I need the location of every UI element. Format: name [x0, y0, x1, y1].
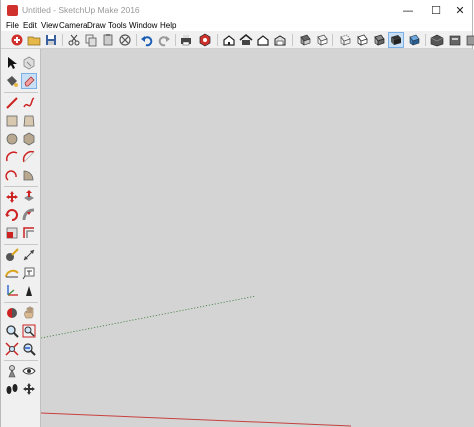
- line-icon[interactable]: [4, 95, 20, 111]
- toolbar-separator: [4, 244, 38, 245]
- pie-icon[interactable]: [21, 167, 37, 183]
- eraser-icon[interactable]: [21, 73, 37, 89]
- axes-icon[interactable]: [4, 283, 20, 299]
- paste-icon[interactable]: [100, 32, 116, 48]
- look-around-icon[interactable]: [21, 363, 37, 379]
- arc-icon[interactable]: [4, 149, 20, 165]
- top-view-icon[interactable]: [238, 32, 254, 48]
- redo-icon[interactable]: [156, 32, 172, 48]
- window-title: Untitled - SketchUp Make 2016: [22, 5, 140, 15]
- scale-icon[interactable]: [4, 225, 20, 241]
- walk-icon[interactable]: [4, 381, 20, 397]
- protractor-icon[interactable]: [4, 265, 20, 281]
- pan-icon[interactable]: [21, 305, 37, 321]
- print-icon[interactable]: [178, 32, 194, 48]
- minimize-button[interactable]: —: [393, 2, 423, 19]
- left-toolbar: [1, 49, 41, 427]
- zoom-extents-icon[interactable]: [4, 341, 20, 357]
- three-point-arc-icon[interactable]: [4, 167, 20, 183]
- rotated-rectangle-icon[interactable]: [21, 113, 37, 129]
- menu-help[interactable]: Help: [160, 21, 176, 31]
- cut-icon[interactable]: [66, 32, 82, 48]
- left-view-icon[interactable]: [314, 32, 330, 48]
- freehand-icon[interactable]: [21, 95, 37, 111]
- getting-started-icon[interactable]: [9, 32, 25, 48]
- sketchup-logo-icon: [7, 5, 18, 16]
- wireframe-icon[interactable]: [371, 32, 387, 48]
- follow-me-icon[interactable]: [21, 207, 37, 223]
- menu-draw[interactable]: Draw: [87, 21, 106, 31]
- toolbar-separator: [4, 92, 38, 93]
- circle-icon[interactable]: [4, 131, 20, 147]
- shaded-textures-icon[interactable]: [463, 32, 474, 48]
- open-icon[interactable]: [26, 32, 42, 48]
- toolbar-separator: [425, 34, 426, 46]
- rectangle-icon[interactable]: [4, 113, 20, 129]
- menu-camera[interactable]: Camera: [59, 21, 87, 31]
- main-toolbar: [1, 31, 474, 49]
- move-icon[interactable]: [4, 189, 20, 205]
- toolbar-separator: [4, 360, 38, 361]
- red-axis-line: [41, 412, 352, 427]
- menu-bar: File Edit View Camera Draw Tools Window …: [1, 21, 472, 31]
- component-icon[interactable]: [21, 55, 37, 71]
- polygon-icon[interactable]: [21, 131, 37, 147]
- paint-bucket-icon[interactable]: [4, 73, 20, 89]
- title-bar: Untitled - SketchUp Make 2016 — ☐ ✕: [1, 0, 472, 21]
- text-icon[interactable]: [21, 265, 37, 281]
- toolbar-separator: [217, 34, 218, 46]
- menu-tools[interactable]: Tools: [108, 21, 127, 31]
- copy-icon[interactable]: [83, 32, 99, 48]
- rotate-icon[interactable]: [4, 207, 20, 223]
- menu-window[interactable]: Window: [129, 21, 157, 31]
- position-camera-icon[interactable]: [4, 363, 20, 379]
- save-icon[interactable]: [43, 32, 59, 48]
- warehouse-icon[interactable]: [429, 32, 445, 48]
- app-window: Untitled - SketchUp Make 2016 — ☐ ✕ File…: [0, 0, 474, 427]
- offset-icon[interactable]: [21, 225, 37, 241]
- two-point-arc-icon[interactable]: [21, 149, 37, 165]
- back-edges-icon[interactable]: [354, 32, 370, 48]
- model-info-icon[interactable]: [197, 32, 213, 48]
- orbit-icon[interactable]: [4, 305, 20, 321]
- hidden-line-icon[interactable]: [388, 32, 404, 48]
- toolbar-separator: [332, 34, 333, 46]
- toolbar-separator: [136, 34, 137, 46]
- extension-icon[interactable]: [447, 32, 463, 48]
- section-plane-icon[interactable]: [21, 381, 37, 397]
- iso-view-icon[interactable]: [221, 32, 237, 48]
- toolbar-separator: [175, 34, 176, 46]
- front-view-icon[interactable]: [255, 32, 271, 48]
- previous-icon[interactable]: [21, 341, 37, 357]
- green-axis-line: [41, 295, 257, 339]
- erase-icon[interactable]: [117, 32, 133, 48]
- axes-overlay: [41, 295, 352, 427]
- close-button[interactable]: ✕: [445, 2, 474, 19]
- model-viewport[interactable]: [41, 49, 474, 427]
- shaded-icon[interactable]: [406, 32, 422, 48]
- right-view-icon[interactable]: [272, 32, 288, 48]
- toolbar-separator: [4, 302, 38, 303]
- toolbar-separator: [292, 34, 293, 46]
- xray-icon[interactable]: [337, 32, 353, 48]
- menu-file[interactable]: File: [6, 21, 19, 31]
- back-view-icon[interactable]: [297, 32, 313, 48]
- zoom-window-icon[interactable]: [21, 323, 37, 339]
- menu-edit[interactable]: Edit: [23, 21, 37, 31]
- toolbar-separator: [62, 34, 63, 46]
- select-icon[interactable]: [4, 55, 20, 71]
- push-pull-icon[interactable]: [21, 189, 37, 205]
- undo-icon[interactable]: [139, 32, 155, 48]
- tape-measure-icon[interactable]: [4, 247, 20, 263]
- toolbar-separator: [4, 186, 38, 187]
- 3d-text-icon[interactable]: [21, 283, 37, 299]
- zoom-icon[interactable]: [4, 323, 20, 339]
- dimension-icon[interactable]: [21, 247, 37, 263]
- menu-view[interactable]: View: [41, 21, 58, 31]
